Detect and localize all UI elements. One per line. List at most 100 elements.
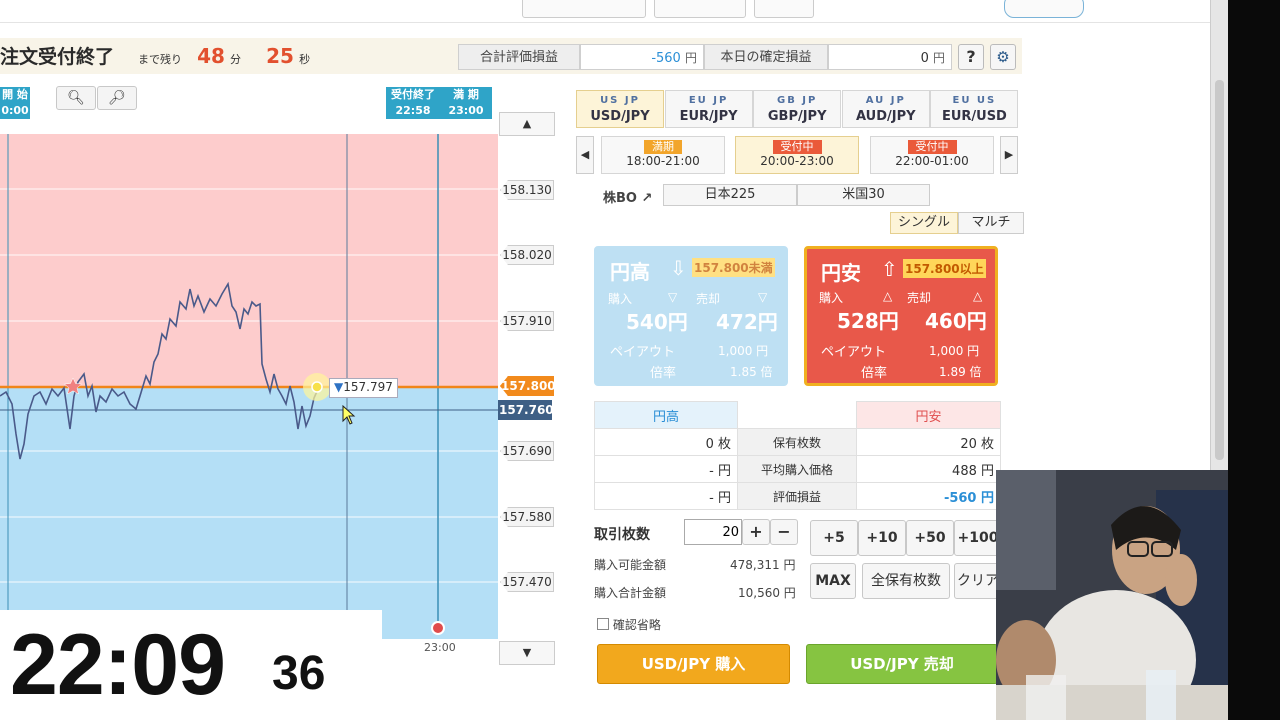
nav-button-3[interactable] — [754, 0, 814, 18]
pair-label: USD/JPY — [590, 109, 650, 124]
pair-tab-gbp-jpy[interactable]: GB JP GBP/JPY — [753, 90, 842, 128]
chart-scroll-up-button[interactable]: ▲ — [499, 112, 555, 136]
zoom-out-icon: 🔍︎ — [67, 90, 85, 106]
help-button[interactable]: ? — [958, 44, 984, 70]
slot-next-button[interactable]: ▶ — [1000, 136, 1018, 174]
start-flag: 開 始 0:00 — [0, 87, 30, 119]
chart-scroll-down-button[interactable]: ▼ — [499, 641, 555, 665]
confirm-checkbox[interactable] — [597, 618, 609, 630]
mode-multi[interactable]: マルチ — [958, 212, 1024, 234]
yen-down-card[interactable]: 円安 ⇧ 157.800以上 購入 △ 売却 △ 528円 460円 ペイアウト… — [804, 246, 998, 386]
down-buy-label: 購入 — [819, 291, 844, 305]
x-tick: 23:00 — [424, 641, 456, 654]
stock-bo-link[interactable]: 株BO ↗ — [603, 187, 652, 206]
down-card-name: 円安 — [821, 261, 861, 285]
up-rate-value: 1.85 倍 — [730, 365, 773, 379]
up-sell-price[interactable]: 472円 — [716, 306, 778, 335]
row-eval-down: -560 円 — [856, 482, 1001, 510]
zoom-in-icon: 🔎︎ — [108, 90, 126, 106]
y-tick-8: 157.470 — [500, 572, 554, 592]
countdown: まで残り 48 分 25 秒 — [138, 44, 310, 68]
pair-tab-aud-jpy[interactable]: AU JP AUD/JPY — [841, 90, 930, 128]
time-slot-3[interactable]: 受付中 22:00-01:00 — [870, 136, 994, 174]
nav-button-4[interactable] — [1004, 0, 1084, 18]
slot-time: 22:00-01:00 — [895, 154, 969, 168]
qty-minus-button[interactable]: − — [770, 519, 798, 545]
price-chart[interactable] — [0, 134, 498, 639]
up-payout-label: ペイアウト — [610, 345, 676, 360]
zoom-out-button[interactable]: 🔍︎ — [56, 86, 96, 110]
scrollbar-thumb[interactable] — [1215, 80, 1224, 460]
down-zone — [0, 134, 498, 387]
down-rate-value: 1.89 倍 — [939, 365, 982, 379]
down-buy-price[interactable]: 528円 — [837, 305, 899, 334]
slot-time: 18:00-21:00 — [626, 154, 700, 168]
col-yen-down: 円安 — [856, 401, 1001, 429]
pair-label: EUR/USD — [941, 109, 1007, 124]
table-header-row: 円高 円安 — [594, 401, 1001, 429]
arrow-up-icon: ⇧ — [881, 257, 898, 281]
pair-tab-eur-jpy[interactable]: EU JP EUR/JPY — [664, 90, 753, 128]
tab-nikkei225[interactable]: 日本225 — [663, 184, 797, 206]
webcam-overlay — [996, 470, 1228, 720]
quick-plus100-button[interactable]: +100 — [954, 520, 1002, 556]
clear-button[interactable]: クリア — [954, 563, 1002, 599]
mode-single[interactable]: シングル — [890, 212, 958, 234]
qty-plus-button[interactable]: + — [742, 519, 770, 545]
nav-button-2[interactable] — [654, 0, 746, 18]
pair-tab-eur-usd[interactable]: EU US EUR/USD — [930, 90, 1019, 128]
nav-button-1[interactable] — [522, 0, 646, 18]
pair-label: AUD/JPY — [856, 109, 916, 124]
expiry-flag: 満 期 23:00 — [440, 87, 492, 119]
yen-up-card[interactable]: 円高 ⇩ 157.800未満 購入 ▽ 売却 ▽ 540円 472円 ペイアウト… — [594, 246, 788, 386]
minutes-unit: 分 — [230, 53, 242, 66]
row-held-label: 保有枚数 — [737, 428, 857, 456]
y-tick-3: 157.910 — [500, 311, 554, 331]
down-payout-value: 1,000 円 — [929, 344, 980, 358]
confirm-skip[interactable]: 確認省略 — [597, 616, 661, 633]
pair-tab-usd-jpy[interactable]: US JP USD/JPY — [576, 90, 664, 128]
minutes-value: 48 — [197, 44, 225, 68]
down-sell-price[interactable]: 460円 — [925, 305, 987, 334]
up-triangle-icon: △ — [883, 289, 893, 303]
time-slot-1[interactable]: 満期 18:00-21:00 — [601, 136, 725, 174]
row-held-up: 0 枚 — [594, 428, 738, 456]
sell-button[interactable]: USD/JPY 売却 — [806, 644, 998, 684]
quick-plus5-button[interactable]: +5 — [810, 520, 858, 556]
all-held-button[interactable]: 全保有枚数 — [862, 563, 950, 599]
gear-icon: ⚙ — [996, 48, 1010, 66]
slot-prev-button[interactable]: ◀ — [576, 136, 594, 174]
zoom-in-button[interactable]: 🔎︎ — [97, 86, 137, 110]
row-avg-up: - 円 — [594, 455, 738, 483]
flag-icon: EU US — [952, 95, 997, 106]
eval-pl-label: 合計評価損益 — [458, 44, 580, 70]
eval-pl-unit: 円 — [684, 51, 697, 65]
settings-button[interactable]: ⚙ — [990, 44, 1016, 70]
triangle-left-icon: ◀ — [580, 148, 590, 161]
time-slot-2[interactable]: 受付中 20:00-23:00 — [735, 136, 859, 174]
buy-button[interactable]: USD/JPY 購入 — [597, 644, 790, 684]
current-price-dot — [311, 381, 323, 393]
down-card-threshold: 157.800以上 — [903, 259, 986, 278]
down-arrow-icon: ▼ — [334, 380, 344, 394]
slot-status-badge: 受付中 — [907, 140, 957, 154]
triangle-up-icon: ▲ — [522, 117, 532, 130]
qty-input[interactable] — [684, 519, 742, 545]
up-triangle-icon: △ — [973, 289, 983, 303]
up-buy-price[interactable]: 540円 — [626, 306, 688, 335]
quick-plus50-button[interactable]: +50 — [906, 520, 954, 556]
triangle-down-icon: ▼ — [522, 646, 532, 659]
positions-table: 円高 円安 0 枚 保有枚数 20 枚 - 円 平均購入価格 488 円 - 円… — [594, 401, 1001, 510]
total-value: 10,560 円 — [738, 586, 796, 600]
expiry-marker — [431, 621, 445, 635]
y-tick-2: 158.020 — [500, 245, 554, 265]
confirmed-pl-label: 本日の確定損益 — [704, 44, 828, 70]
clock-sec: 36 — [272, 647, 326, 700]
row-eval-up: - 円 — [594, 482, 738, 510]
max-button[interactable]: MAX — [810, 563, 856, 599]
last-price-tag: 157.760 — [498, 400, 554, 420]
y-tick-7: 157.580 — [500, 507, 554, 527]
quick-plus10-button[interactable]: +10 — [858, 520, 906, 556]
tab-us30[interactable]: 米国30 — [797, 184, 930, 206]
start-flag-time: 0:00 — [1, 104, 29, 117]
